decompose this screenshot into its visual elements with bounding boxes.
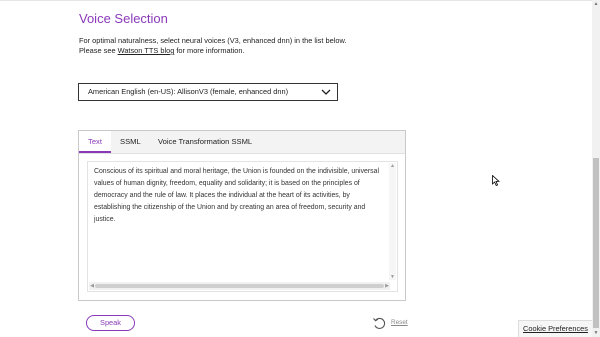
watson-blog-link[interactable]: Watson TTS blog <box>118 46 175 55</box>
cookie-preferences-button[interactable]: Cookie Preferences <box>518 320 592 337</box>
page-scrollbar[interactable]: ▲ ▼ <box>592 0 600 337</box>
intro-line-2: Please see Watson TTS blog for more info… <box>79 46 346 56</box>
tab-voice-transformation-ssml[interactable]: Voice Transformation SSML <box>158 131 252 153</box>
chevron-down-icon <box>321 89 331 95</box>
reset-label: Reset <box>391 319 408 326</box>
tab-text[interactable]: Text <box>79 131 111 153</box>
scroll-down-arrow-icon[interactable]: ▼ <box>389 274 396 280</box>
intro-text: For optimal naturalness, select neural v… <box>79 36 346 56</box>
tab-ssml[interactable]: SSML <box>120 131 141 153</box>
cookie-preferences-label: Cookie Preferences <box>523 324 588 333</box>
page-scroll-down-icon[interactable]: ▼ <box>592 329 600 337</box>
voice-select-value: American English (en-US): AllisonV3 (fem… <box>88 87 289 96</box>
mouse-cursor-icon <box>492 175 500 186</box>
top-divider <box>0 0 592 1</box>
intro-line-1: For optimal naturalness, select neural v… <box>79 36 347 45</box>
intro-suffix: for more information. <box>174 46 245 55</box>
voice-select-dropdown[interactable]: American English (en-US): AllisonV3 (fem… <box>78 83 338 101</box>
tab-bar: Text SSML Voice Transformation SSML <box>79 131 405 154</box>
page-title: Voice Selection <box>79 11 168 26</box>
text-input-area[interactable]: Conscious of its spiritual and moral her… <box>87 161 398 292</box>
scroll-right-arrow-icon[interactable]: ▶ <box>384 282 390 290</box>
text-input-panel: Text SSML Voice Transformation SSML Cons… <box>78 130 406 301</box>
reset-icon <box>373 317 386 329</box>
intro-prefix: Please see <box>79 46 118 55</box>
page-scroll-up-icon[interactable]: ▲ <box>592 0 600 8</box>
page-scroll-thumb[interactable] <box>593 158 599 328</box>
textarea-vertical-scrollbar[interactable]: ▲ ▼ <box>389 163 396 280</box>
speak-button[interactable]: Speak <box>86 315 135 331</box>
scroll-up-arrow-icon[interactable]: ▲ <box>389 163 396 169</box>
textarea-horizontal-scrollbar[interactable]: ◀ ▶ <box>89 282 390 290</box>
text-input-content[interactable]: Conscious of its spiritual and moral her… <box>94 166 384 226</box>
horizontal-scroll-thumb[interactable] <box>95 284 384 288</box>
